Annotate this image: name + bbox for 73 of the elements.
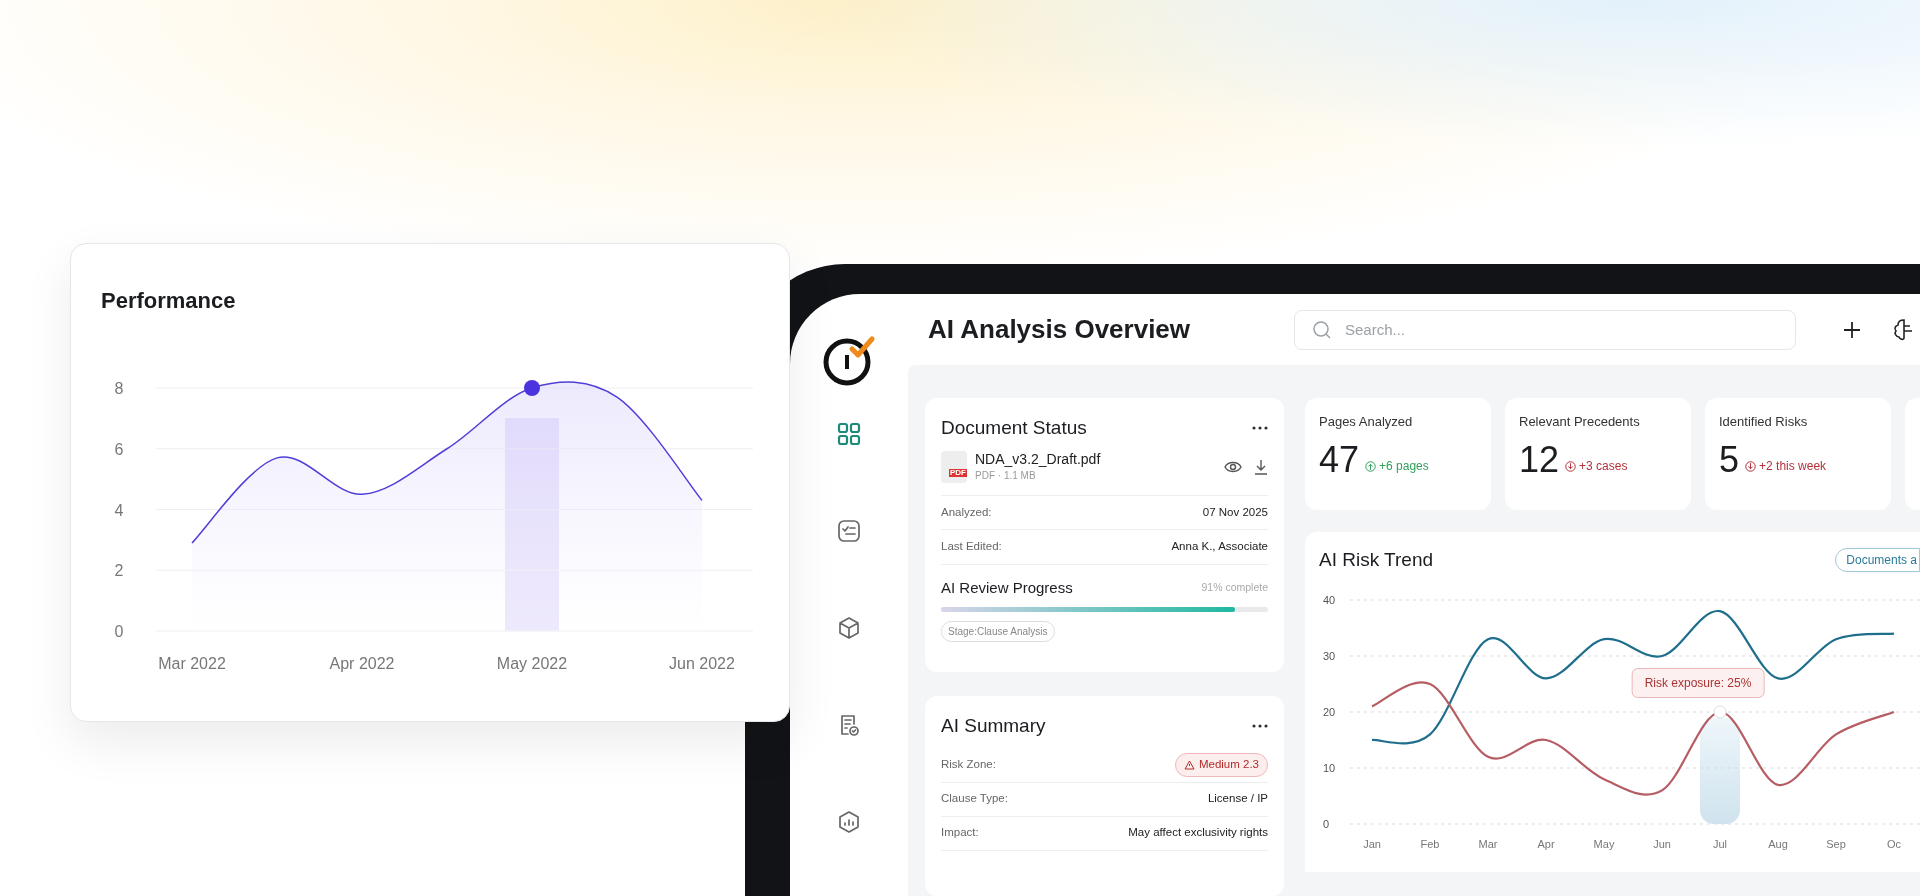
summary-label: Impact: bbox=[941, 825, 979, 841]
summary-value: License / IP bbox=[1207, 791, 1268, 807]
axis-label: 0 bbox=[1323, 818, 1330, 830]
axis-label: Apr bbox=[1537, 838, 1555, 850]
hexagon-chart-icon bbox=[836, 808, 862, 835]
checklist-icon bbox=[836, 517, 862, 544]
more-icon[interactable] bbox=[1252, 426, 1268, 431]
stat-delta: +6 pages bbox=[1365, 457, 1429, 475]
file-name: NDA_v3.2_Draft.pdf bbox=[975, 450, 1102, 468]
data-point bbox=[524, 380, 540, 396]
axis-label: Apr 2022 bbox=[329, 654, 395, 674]
file-badge: PDF bbox=[949, 468, 967, 477]
card-title: Performance bbox=[101, 287, 236, 315]
axis-label: May 2022 bbox=[496, 654, 568, 674]
detail-value: Anna K., Associate bbox=[1171, 539, 1268, 555]
stat-label: Pages Analyzed bbox=[1319, 413, 1414, 431]
stat-label: Identified Risks bbox=[1719, 413, 1809, 431]
axis-label: Mar 2022 bbox=[158, 654, 226, 674]
detail-label: Analyzed: bbox=[941, 505, 992, 520]
cube-icon bbox=[836, 614, 862, 641]
stat-delta: +2 this week bbox=[1745, 457, 1827, 475]
axis-label: 8 bbox=[114, 380, 124, 397]
summary-label: Clause Type: bbox=[941, 791, 1008, 807]
progress-title: AI Review Progress bbox=[941, 577, 1073, 598]
card-title: AI Risk Trend bbox=[1319, 548, 1434, 572]
axis-label: Jul bbox=[1712, 838, 1728, 850]
axis-label: 4 bbox=[114, 501, 124, 519]
summary-value: May affect exclusivity rights bbox=[1128, 825, 1268, 841]
axis-label: 10 bbox=[1323, 762, 1336, 774]
card-title: Document Status bbox=[941, 416, 1087, 440]
axis-label: 6 bbox=[114, 440, 124, 458]
axis-label: 0 bbox=[114, 623, 124, 640]
summary-label: Risk Zone: bbox=[941, 757, 996, 773]
axis-label: May bbox=[1593, 838, 1615, 850]
stat-value: 5 bbox=[1719, 441, 1740, 478]
progress-reading: 91% complete bbox=[1201, 579, 1268, 595]
search-icon bbox=[1312, 319, 1332, 340]
detail-value: 07 Nov 2025 bbox=[1202, 505, 1268, 520]
arrow-down-circle-icon bbox=[1565, 460, 1577, 472]
card-title: AI Summary bbox=[941, 714, 1046, 738]
axis-label: 30 bbox=[1323, 650, 1336, 662]
axis-label: Feb bbox=[1420, 838, 1440, 850]
search-field[interactable]: Search... bbox=[1294, 309, 1796, 350]
eye-icon[interactable] bbox=[1224, 459, 1242, 474]
stat-delta: +3 cases bbox=[1565, 457, 1628, 475]
axis-label: Jun 2022 bbox=[669, 654, 735, 674]
warning-icon bbox=[1183, 760, 1195, 770]
stat-value: 12 bbox=[1519, 441, 1560, 478]
axis-label: 2 bbox=[114, 562, 124, 580]
plus-icon bbox=[1843, 320, 1861, 339]
logo-icon bbox=[822, 333, 876, 387]
download-icon[interactable] bbox=[1254, 458, 1268, 475]
axis-label: Aug bbox=[1768, 838, 1788, 850]
more-icon[interactable] bbox=[1252, 724, 1268, 729]
tooltip: Risk exposure: 25% bbox=[1631, 668, 1765, 698]
grid-icon bbox=[836, 420, 862, 447]
stat-label: Relevant Precedents bbox=[1519, 413, 1641, 431]
stat-value: 47 bbox=[1319, 441, 1360, 478]
arrow-up-circle-icon bbox=[1365, 460, 1377, 472]
file-meta: PDF · 1.1 MB bbox=[975, 469, 1037, 483]
axis-label: Sep bbox=[1826, 838, 1846, 850]
axis-label: Jun bbox=[1653, 838, 1671, 850]
brain-icon[interactable] bbox=[1892, 316, 1914, 343]
axis-label: Mar bbox=[1478, 838, 1498, 850]
axis-label: 20 bbox=[1323, 706, 1336, 718]
data-point bbox=[1713, 705, 1727, 719]
axis-label: 40 bbox=[1323, 594, 1336, 606]
axis-label: Jan bbox=[1363, 838, 1381, 850]
risk-badge: Medium 2.3 bbox=[1174, 753, 1268, 777]
arrow-down-circle-icon bbox=[1745, 460, 1757, 472]
detail-label: Last Edited: bbox=[941, 539, 1002, 555]
axis-label: Oc bbox=[1886, 838, 1902, 850]
page-title: AI Analysis Overview bbox=[928, 313, 1192, 346]
